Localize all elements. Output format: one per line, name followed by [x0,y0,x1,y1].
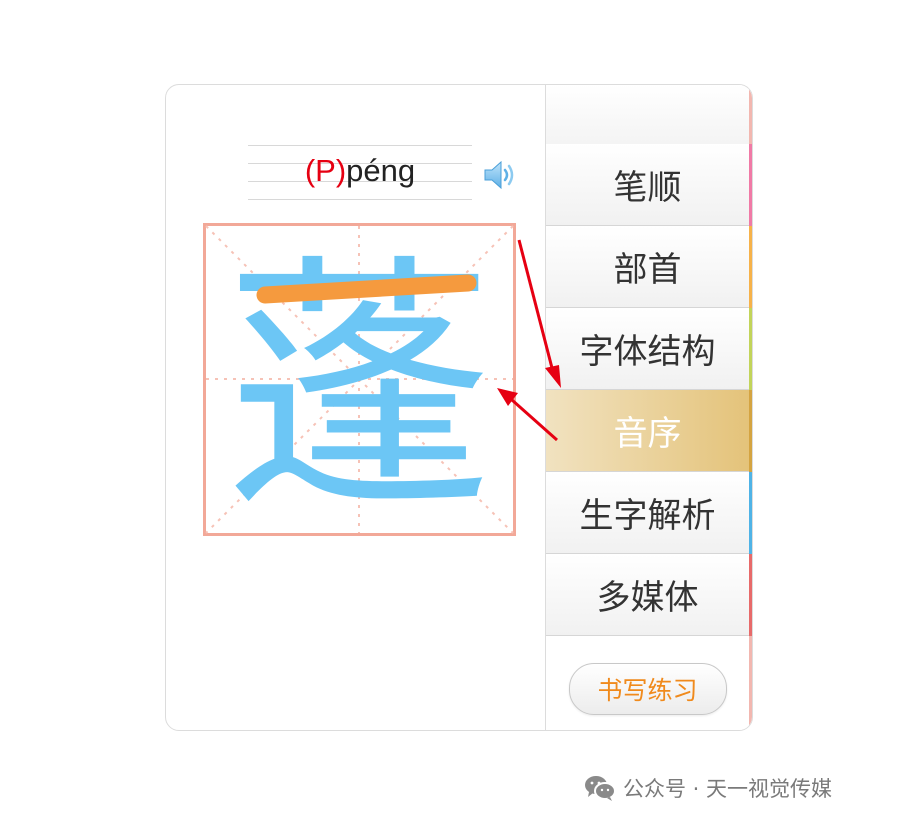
footer-watermark: 公众号 · 天一视觉传媒 [583,772,832,804]
menu-item-label: 音序 [613,414,682,454]
practice-area: 书写练习 [546,646,749,730]
menu-accent-strip [749,144,752,226]
pinyin-initial: (P) [304,153,347,188]
side-menu: 笔顺 部首 字体结构 音序 生字解析 多媒体 书写练习 [545,85,752,730]
menu-item-phonetic-order[interactable]: 音序 [546,390,749,472]
menu-item-stroke-order[interactable]: 笔顺 [546,144,749,226]
footer-text: 公众号 · 天一视觉传媒 [623,777,833,801]
menu-accent-strip [749,308,752,390]
speaker-icon[interactable] [482,158,520,192]
menu-item-label: 多媒体 [596,578,699,618]
pinyin-box: (P)péng [248,145,472,201]
highlight-stroke [256,274,477,304]
menu-item-label: 生字解析 [579,496,716,536]
menu-accent-strip [749,636,752,730]
menu-item-structure[interactable]: 字体结构 [546,308,749,390]
menu-accent-strip [749,472,752,554]
menu-item-multimedia[interactable]: 多媒体 [546,554,749,636]
writing-practice-label: 书写练习 [597,676,698,705]
menu-item-radical[interactable]: 部首 [546,226,749,308]
character-card: (P)péng 蓬 笔顺 部首 字体结构 音序 生字解析 多媒体 书写练习 [165,84,753,731]
pinyin-text: (P)péng [248,153,472,189]
menu-accent-strip [749,226,752,308]
pinyin-guide-line [248,199,472,200]
menu-item-label: 字体结构 [579,332,716,372]
writing-practice-button[interactable]: 书写练习 [568,663,727,715]
tian-zi-grid: 蓬 [203,223,516,536]
menu-accent-strip [749,554,752,636]
menu-item-character-analysis[interactable]: 生字解析 [546,472,749,554]
pinyin-syllable: péng [346,153,416,188]
pinyin-guide-line [248,145,472,146]
menu-item-label: 笔顺 [613,168,682,208]
menu-accent-strip [749,85,752,144]
menu-item-label: 部首 [613,250,682,290]
wechat-icon [585,776,616,801]
menu-accent-strip [749,390,752,472]
side-menu-header [546,85,749,145]
